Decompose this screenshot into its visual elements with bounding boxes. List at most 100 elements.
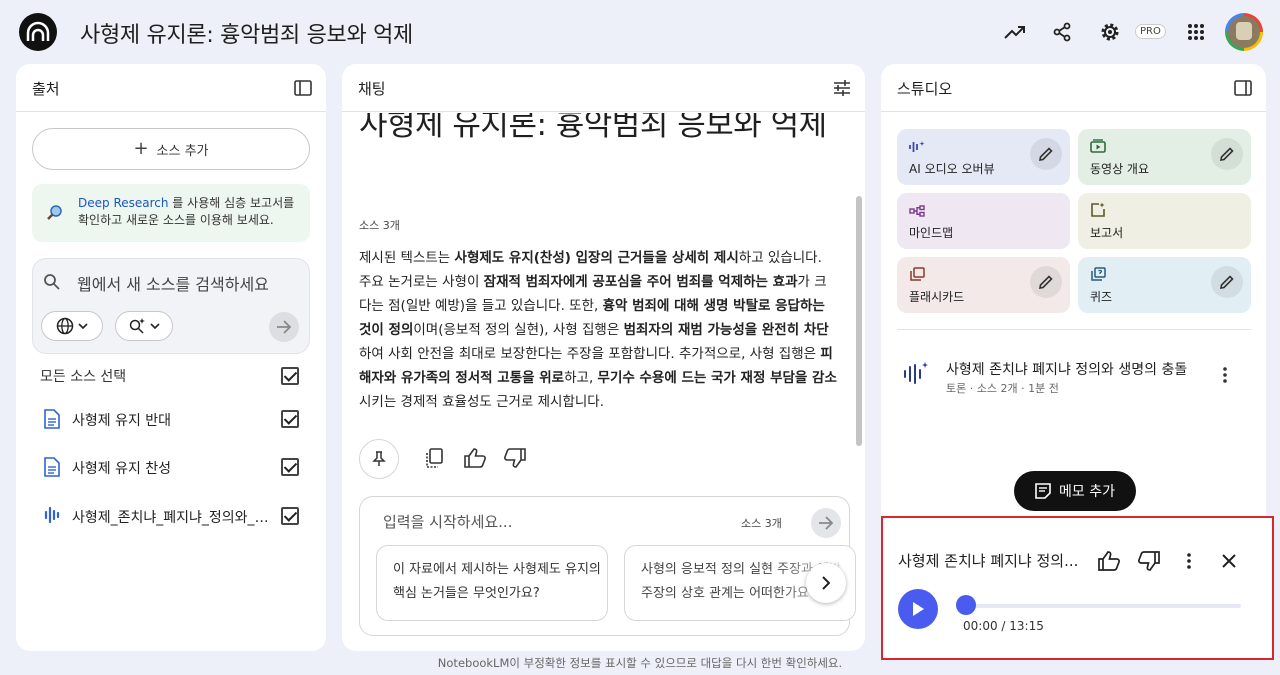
tile-label: 플래시카드: [909, 290, 965, 304]
plus-icon: +: [133, 138, 149, 159]
suggested-question[interactable]: 이 자료에서 제시하는 사형제도 유지의 핵심 논거들은 무엇인가요?: [376, 545, 608, 621]
sparkle-search-icon: [129, 318, 145, 334]
play-button[interactable]: [898, 589, 938, 629]
collapse-panel-icon[interactable]: [1232, 77, 1254, 99]
pin-icon: [372, 451, 386, 466]
web-source-search: 웹에서 새 소스를 검색하세요: [32, 258, 310, 354]
thumbs-up-icon: [464, 448, 486, 468]
disclaimer-footer: NotebookLM이 부정확한 정보를 표시할 수 있으므로 대답을 다시 한…: [437, 656, 843, 670]
sources-header: 출처: [16, 64, 326, 112]
close-icon[interactable]: [1214, 546, 1244, 576]
copy-button[interactable]: [416, 440, 452, 476]
chevron-down-icon: [78, 323, 88, 329]
video-overview-tile[interactable]: 동영상 개요: [1078, 129, 1251, 185]
submit-search-button[interactable]: [269, 312, 299, 342]
flashcard-icon: [909, 266, 925, 285]
select-all-checkbox[interactable]: [281, 367, 299, 385]
source-label: 사형제 유지 반대: [72, 413, 172, 429]
progress-track[interactable]: [967, 604, 1241, 608]
thumbs-up-button[interactable]: [457, 440, 493, 476]
chat-header: 채팅: [342, 64, 865, 112]
generated-audio-item[interactable]: 사형제 존치냐 폐지냐 정의와 생명의 충돌 토론 · 소스 2개 · 1분 전: [897, 349, 1251, 399]
thumbs-down-icon[interactable]: [1134, 546, 1164, 576]
report-icon: [1090, 202, 1106, 222]
source-checkbox[interactable]: [281, 507, 299, 525]
chevron-right-icon: [822, 576, 830, 590]
next-suggestions-button[interactable]: [806, 563, 846, 603]
pin-note-button[interactable]: [359, 439, 399, 479]
source-checkbox[interactable]: [281, 410, 299, 428]
audio-overview-tile[interactable]: AI 오디오 오버뷰: [897, 129, 1070, 185]
source-label: 사형제_존치냐_폐지냐_정의와_생명의_충돌: [72, 510, 272, 526]
mindmap-tile[interactable]: 마인드맵: [897, 193, 1070, 249]
studio-divider: [897, 329, 1251, 330]
tune-settings-icon[interactable]: [831, 77, 853, 99]
chat-title: 채팅: [358, 80, 386, 98]
more-options-icon[interactable]: [1174, 546, 1204, 576]
notebooklm-logo-icon[interactable]: [19, 13, 57, 51]
deep-research-text: Deep Research 를 사용해 심층 보고서를 확인하고 새로운 소스를…: [78, 196, 295, 227]
thumbs-down-icon: [504, 448, 526, 468]
source-item[interactable]: 사형제 유지 찬성: [16, 452, 326, 482]
globe-icon: [56, 317, 74, 335]
chevron-down-icon: [150, 323, 160, 329]
note-heading: 사형제 유지론: 흉악범죄 응보와 억제: [359, 113, 827, 143]
collapse-panel-icon[interactable]: [292, 77, 314, 99]
search-input[interactable]: 웹에서 새 소스를 검색하세요: [77, 271, 269, 295]
deep-research-banner[interactable]: Deep Research 를 사용해 심층 보고서를 확인하고 새로운 소스를…: [32, 184, 310, 242]
analytics-icon[interactable]: [1001, 18, 1029, 46]
add-source-button[interactable]: + 소스 추가: [32, 128, 310, 170]
mindmap-icon: [909, 202, 925, 221]
chat-content: 사형제 유지론: 흉악범죄 응보와 억제 소스 3개 제시된 텍스트는 사형제도…: [342, 113, 865, 483]
tile-label: 퀴즈: [1090, 290, 1113, 304]
settings-gear-icon[interactable]: [1096, 18, 1124, 46]
chat-input[interactable]: 입력을 시작하세요...: [383, 511, 512, 532]
edit-pencil-icon[interactable]: [1030, 266, 1062, 298]
user-avatar[interactable]: [1225, 13, 1263, 51]
summary-text: 제시된 텍스트는 사형제도 유지(찬성) 입장의 근거들을 상세히 제시하고 있…: [359, 250, 837, 410]
progress-knob[interactable]: [956, 595, 976, 615]
tile-label: 보고서: [1090, 226, 1124, 240]
more-options-icon[interactable]: [1215, 363, 1235, 387]
add-source-label: 소스 추가: [156, 143, 209, 159]
report-tile[interactable]: 보고서: [1078, 193, 1251, 249]
edit-pencil-icon[interactable]: [1030, 138, 1062, 170]
thumbs-down-button[interactable]: [497, 440, 533, 476]
add-note-button[interactable]: 메모 추가: [1014, 471, 1136, 511]
source-item[interactable]: 사형제_존치냐_폐지냐_정의와_생명의_충돌: [16, 501, 326, 531]
edit-pencil-icon[interactable]: [1211, 266, 1243, 298]
chat-scrollbar[interactable]: [856, 196, 862, 446]
thumbs-up-icon[interactable]: [1094, 546, 1124, 576]
document-icon: [44, 409, 60, 433]
quiz-icon: [1090, 266, 1106, 285]
research-mode-dropdown[interactable]: [115, 311, 173, 341]
flashcard-tile[interactable]: 플래시카드: [897, 257, 1070, 313]
audio-wave-icon: [903, 361, 929, 389]
select-all-label: 모든 소스 선택: [40, 369, 127, 385]
pro-badge: PRO: [1135, 24, 1166, 39]
source-count: 소스 3개: [359, 219, 400, 232]
apps-grid-icon[interactable]: [1182, 18, 1210, 46]
add-note-label: 메모 추가: [1059, 484, 1115, 500]
chat-panel: 채팅 사형제 유지론: 흉악범죄 응보와 억제 소스 3개 제시된 텍스트는 사…: [342, 64, 865, 651]
edit-pencil-icon[interactable]: [1211, 138, 1243, 170]
quiz-tile[interactable]: 퀴즈: [1078, 257, 1251, 313]
notebook-title[interactable]: 사형제 유지론: 흉악범죄 응보와 억제: [80, 17, 413, 49]
search-icon: [43, 273, 61, 295]
source-item[interactable]: 사형제 유지 반대: [16, 404, 326, 434]
arrow-right-icon: [819, 516, 834, 530]
copy-icon: [426, 448, 443, 468]
audio-item-title: 사형제 존치냐 폐지냐 정의와 생명의 충돌: [946, 362, 1188, 378]
studio-header: 스튜디오: [881, 64, 1266, 112]
play-icon: [913, 602, 924, 616]
share-icon[interactable]: [1048, 18, 1076, 46]
web-source-dropdown[interactable]: [41, 311, 103, 341]
send-button[interactable]: [811, 508, 841, 538]
audio-player: 사형제 존치냐 폐지냐 정의... 00:00 / 13:15: [881, 516, 1274, 660]
deep-research-link[interactable]: Deep Research: [78, 196, 168, 210]
source-checkbox[interactable]: [281, 458, 299, 476]
chat-input-box: 입력을 시작하세요... 소스 3개 이 자료에서 제시하는 사형제도 유지의 …: [359, 496, 856, 636]
audio-icon: [44, 506, 60, 528]
input-source-count: 소스 3개: [741, 517, 782, 530]
sources-panel: 출처 + 소스 추가 Deep Research 를 사용해 심층 보고서를 확…: [16, 64, 326, 651]
